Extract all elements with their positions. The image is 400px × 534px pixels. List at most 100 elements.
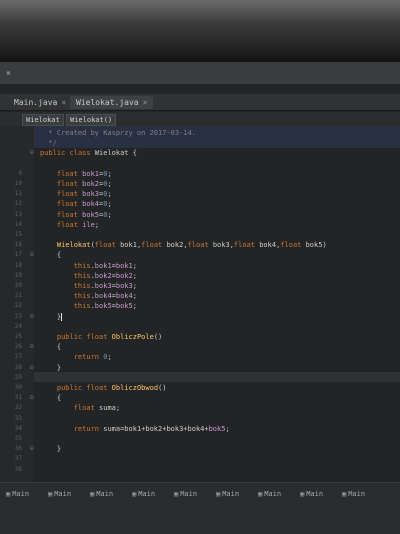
line-number: 14: [14, 220, 22, 228]
line-number: 9: [18, 169, 22, 177]
tab-wielokat-java[interactable]: Wielokat.java ×: [70, 96, 154, 109]
line-number: 34: [14, 424, 22, 432]
close-icon[interactable]: ×: [61, 98, 66, 107]
code-line[interactable]: 18 this.bok1=bok1;: [0, 261, 400, 271]
code-line[interactable]: 11 float bok3=0;: [0, 189, 400, 199]
code-line[interactable]: 17 { ⊟: [0, 250, 400, 260]
code-line[interactable]: public class Wielokat { ⊟: [0, 148, 400, 158]
fold-icon[interactable]: ⊟: [30, 312, 34, 322]
line-number: 32: [14, 404, 22, 412]
run-config-icon: ▣: [300, 490, 305, 498]
code-text: }: [40, 312, 63, 321]
code-line[interactable]: 38: [0, 465, 400, 475]
run-tab-main[interactable]: ▣ Main: [90, 489, 113, 499]
close-icon[interactable]: ×: [143, 98, 148, 107]
line-number: 17: [14, 251, 22, 259]
window-menu-icon[interactable]: ▪: [6, 68, 16, 78]
run-tab-main[interactable]: ▣ Main: [48, 489, 71, 499]
code-text: {: [40, 251, 62, 260]
code-line[interactable]: 27 return 0;: [0, 352, 400, 362]
code-text: float bok5=0;: [56, 210, 112, 219]
code-line[interactable]: 35: [0, 434, 400, 444]
code-editor[interactable]: * Created by Kasprzy on 2017-03-14. */pu…: [0, 126, 400, 482]
code-line[interactable]: 26 { ⊟: [0, 342, 400, 352]
line-number: 22: [14, 302, 22, 310]
code-line[interactable]: 24: [0, 322, 400, 332]
line-number: 31: [14, 394, 22, 402]
code-line[interactable]: */: [0, 138, 400, 148]
code-line[interactable]: [0, 159, 400, 169]
code-text: this.bok3=bok3;: [73, 282, 137, 290]
line-number: 29: [14, 373, 22, 381]
code-line[interactable]: 20 this.bok3=bok3;: [0, 281, 400, 291]
code-line[interactable]: 25 public float ObliczPole(): [0, 332, 400, 342]
code-line[interactable]: * Created by Kasprzy on 2017-03-14.: [0, 128, 400, 138]
code-text: */: [40, 139, 57, 148]
code-text: this.bok2=bok2;: [73, 271, 137, 280]
code-text: float ile;: [56, 220, 100, 229]
fold-icon[interactable]: ⊟: [30, 250, 34, 260]
bottom-tool-bar: ▣ Main ▣ Main ▣ Main ▣ Main ▣ Main ▣ Main ▣ Main ▣ Main…: [0, 482, 400, 534]
run-config-icon: ▣: [216, 490, 221, 498]
code-line[interactable]: 19 this.bok2=bok2;: [0, 271, 400, 281]
code-line[interactable]: 16 Wielokat(float bok1,float bok2,float …: [0, 240, 400, 250]
run-config-icon: ▣: [174, 490, 179, 498]
code-text: float bok2=0;: [56, 180, 112, 188]
line-number: 37: [14, 455, 22, 463]
line-number: 26: [14, 343, 22, 351]
code-line[interactable]: 12 float bok4=0;: [0, 199, 400, 209]
line-number: 13: [14, 210, 22, 218]
code-line[interactable]: 34 return suma=bok1+bok2+bok3+bok4+bok5;: [0, 424, 400, 434]
line-number: 33: [14, 414, 22, 422]
line-number: 23: [14, 312, 22, 320]
fold-icon[interactable]: ⊟: [30, 393, 34, 403]
code-line[interactable]: 14 float ile;: [0, 220, 400, 230]
run-tab-main[interactable]: ▣ Main: [174, 489, 197, 499]
code-line[interactable]: 21 this.bok4=bok4;: [0, 291, 400, 301]
code-line[interactable]: 10 float bok2=0;: [0, 179, 400, 189]
line-number: 30: [14, 384, 22, 391]
run-tab-main[interactable]: ▣ Main: [216, 489, 239, 499]
line-number: 35: [14, 435, 22, 442]
code-line[interactable]: 29: [0, 373, 400, 383]
code-line[interactable]: 30 public float ObliczObwod(): [0, 383, 400, 393]
fold-icon[interactable]: ⊟: [30, 148, 34, 158]
code-text: {: [40, 343, 62, 352]
line-number: 11: [14, 190, 22, 198]
code-text: return 0;: [73, 353, 112, 362]
code-line[interactable]: 31 {⊟: [0, 393, 400, 403]
run-tab-main[interactable]: ▣ Main: [258, 489, 281, 499]
code-text: public class Wielokat {: [40, 149, 137, 158]
code-line[interactable]: 23 } ⊟: [0, 312, 400, 322]
run-tab-label: Main: [138, 490, 156, 498]
breadcrumb-class[interactable]: Wielokat: [22, 114, 64, 126]
code-line[interactable]: 28 } ⊟: [0, 363, 400, 373]
run-config-icon: ▣: [6, 490, 11, 498]
code-line[interactable]: 15: [0, 230, 400, 240]
run-config-icon: ▣: [258, 490, 263, 498]
tab-main-java[interactable]: Main.java ×: [8, 96, 72, 109]
run-tab-label: Main: [264, 490, 282, 498]
fold-icon[interactable]: ⊟: [30, 342, 34, 352]
run-tab-label: Main: [180, 490, 198, 498]
line-number: 12: [14, 200, 22, 208]
code-line[interactable]: 36 } ⊟: [0, 444, 400, 454]
code-line[interactable]: 13 float bok5=0;: [0, 210, 400, 220]
code-line[interactable]: 32 float suma;: [0, 403, 400, 413]
run-tab-main[interactable]: ▣ Main: [300, 489, 323, 499]
line-number: 27: [14, 353, 22, 361]
run-tab-label: Main: [54, 490, 72, 498]
code-text: }: [40, 445, 62, 454]
breadcrumb-method[interactable]: Wielokat(): [66, 114, 117, 126]
line-number: 38: [14, 465, 22, 473]
run-tab-main[interactable]: ▣ Main: [6, 489, 29, 499]
run-tab-main[interactable]: ▣ Main: [132, 489, 155, 499]
run-tab-main[interactable]: ▣ Main: [342, 489, 365, 499]
fold-icon[interactable]: ⊟: [30, 363, 34, 373]
code-line[interactable]: 37: [0, 454, 400, 464]
line-number: 15: [14, 231, 22, 238]
fold-icon[interactable]: ⊟: [30, 444, 34, 454]
code-line[interactable]: 22 this.bok5=bok5;: [0, 301, 400, 311]
code-line[interactable]: 9 float bok1=0;: [0, 169, 400, 179]
code-line[interactable]: 33: [0, 414, 400, 424]
